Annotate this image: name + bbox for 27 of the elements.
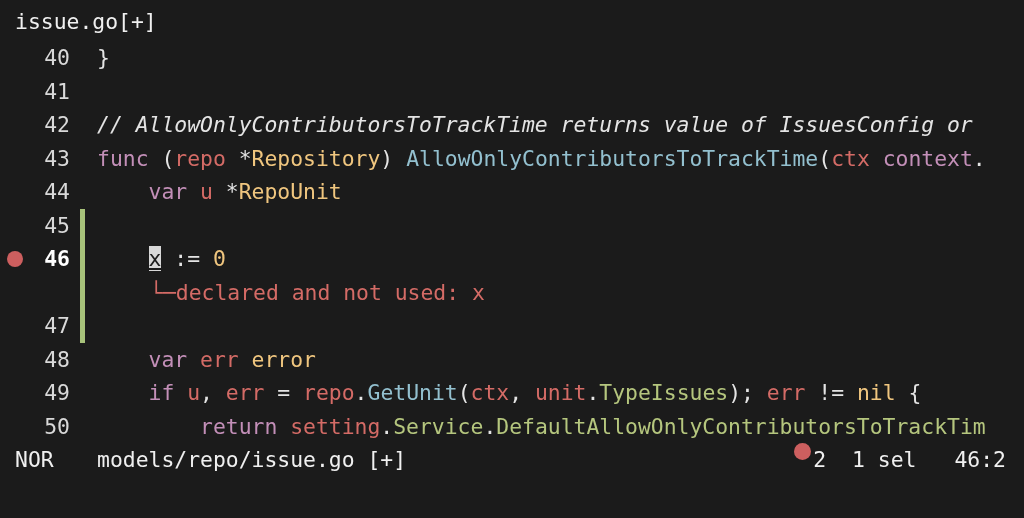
diagnostic-message: └─declared and not used: x [150,278,485,307]
line-number: 47 [43,312,70,340]
line-number: 44 [43,178,70,206]
code-line: var u *RepoUnit [147,178,342,206]
line-number: 40 [43,44,70,72]
line-number: 49 [43,379,70,407]
file-path: models/repo/issue.go [+] [97,446,408,474]
buffer-title[interactable]: issue.go[+] [0,3,1024,41]
code-line: // AllowOnlyContributorsToTrackTime returns value of IssuesConfig or [97,111,973,139]
error-dot-icon [794,443,812,460]
error-count: 2 [813,446,827,474]
line-number: 50 [43,412,70,441]
line-number: 43 [43,144,70,173]
code-line: func (repo *Repository) AllowOnlyContributorsToTrackTime(ctx context. [97,144,986,173]
cursor-position: 46:2 [954,446,1006,474]
code-line: return setting.Service.DefaultAllowOnlyContributorsToTrackTim [199,412,986,441]
line-number: 48 [43,345,70,374]
code-line: x := 0 [147,245,226,273]
code-line: var err error [147,345,316,374]
line-number: 46 [43,245,70,273]
mode-indicator: NOR [14,446,55,474]
code-line: } [97,44,110,72]
line-number: 42 [43,111,70,139]
selection-count: 1 sel [852,446,917,474]
line-number: 41 [43,77,70,106]
code-line: if u, err = repo.GetUnit(ctx, unit.TypeIssues); err != nil { [147,379,922,407]
line-number: 45 [43,211,70,240]
